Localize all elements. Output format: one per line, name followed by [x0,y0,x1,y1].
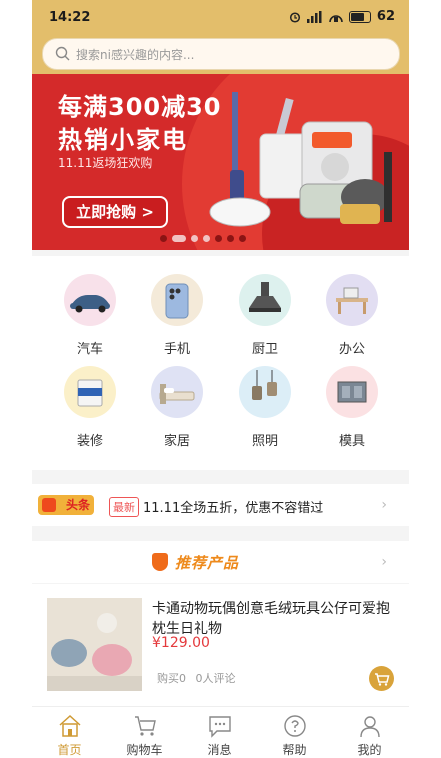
help-icon [283,715,306,737]
news-text[interactable]: 11.11全场五折，优惠不容错过 [143,497,323,516]
alarm-icon [289,11,300,23]
carousel-dot[interactable] [227,235,234,242]
user-icon [359,716,380,738]
category-label: 装修 [76,434,103,449]
search-icon [55,46,70,61]
bottom-tab-bar: 首页 购物车 消息 帮助 我的 [32,706,409,758]
tab-label: 购物车 [126,743,163,757]
tab-label: 帮助 [282,743,307,757]
signal-icon [306,10,322,23]
hd-icon [329,14,343,22]
headline-badge: 头条 [38,495,94,515]
category-label: 模具 [338,434,365,449]
category-home[interactable]: 家居 [133,366,221,449]
carousel-dot[interactable] [203,235,210,242]
tab-profile[interactable]: 我的 [332,707,407,758]
cart-icon [134,716,156,736]
add-to-cart-button[interactable] [369,666,394,691]
product-name[interactable]: 卡通动物玩偶创意毛绒玩具公仔可爱抱枕生日礼物 [152,599,397,639]
new-tag: 最新 [109,497,139,517]
product-image[interactable] [47,598,142,691]
recommend-header[interactable]: 推荐产品 › [32,541,409,583]
mold-icon [326,366,378,418]
tab-label: 消息 [207,743,232,757]
category-decoration[interactable]: 装修 [46,366,134,449]
car-icon [64,274,116,326]
app-frame: 14:22 62 搜索ni感兴趣的内容... 每满300减30 热销小家电 11… [32,0,409,758]
banner-title-line2: 热销小家电 [58,126,188,154]
category-label: 汽车 [76,342,103,357]
banner-subtitle: 11.11返场狂欢购 [58,156,153,170]
category-mold[interactable]: 模具 [308,366,396,449]
category-office[interactable]: 办公 [308,274,396,357]
paint-bucket-icon [64,366,116,418]
tab-messages[interactable]: 消息 [182,707,257,758]
phone-icon [151,274,203,326]
tab-help[interactable]: 帮助 [257,707,332,758]
chevron-right-icon[interactable]: › [381,554,387,570]
category-kitchen[interactable]: 厨卫 [221,274,309,357]
buy-now-button[interactable]: 立即抢购 > [62,196,168,228]
category-label: 厨卫 [251,342,278,357]
office-icon [326,274,378,326]
carousel-indicators[interactable] [160,235,246,242]
carousel-dot[interactable] [191,235,198,242]
category-label: 办公 [338,342,365,357]
range-hood-icon [239,274,291,326]
carousel-dot[interactable] [215,235,222,242]
status-bar: 14:22 62 [32,0,409,34]
category-label: 家居 [163,434,190,449]
bed-icon [151,366,203,418]
carousel-dot[interactable] [239,235,246,242]
product-stats: 购买0 0人评论 [157,670,236,686]
banner-title: 每满300减30 [58,93,222,121]
search-placeholder: 搜索ni感兴趣的内容... [76,48,195,62]
carousel-dot[interactable] [160,235,167,242]
product-card[interactable]: 卡通动物玩偶创意毛绒玩具公仔可爱抱枕生日礼物 ¥129.00 购买0 0人评论 [32,584,409,706]
headline-badge-label: 头条 [65,498,90,512]
category-car[interactable]: 汽车 [46,274,134,357]
review-count: 0人评论 [195,672,236,685]
category-grid: 汽车 手机 厨卫 办公 装修 家居 照明 模具 [32,256,409,470]
cart-icon [375,673,390,686]
status-icons: 62 [289,9,395,24]
carousel-dot-active[interactable] [172,235,186,242]
tab-label: 我的 [357,743,382,757]
chevron-right-icon[interactable]: › [381,497,387,513]
appliances-image [209,92,392,227]
home-icon [58,714,81,737]
recommend-title: 推荐产品 [175,554,240,572]
battery-level: 62 [376,9,395,24]
search-bar[interactable]: 搜索ni感兴趣的内容... [42,38,400,70]
news-ticker[interactable]: 头条 最新 11.11全场五折，优惠不容错过 › [32,484,409,526]
promo-banner[interactable]: 每满300减30 热销小家电 11.11返场狂欢购 立即抢购 > [32,74,409,250]
megaphone-icon [42,498,56,512]
category-label: 手机 [163,342,190,357]
category-phone[interactable]: 手机 [133,274,221,357]
category-lighting[interactable]: 照明 [221,366,309,449]
category-label: 照明 [251,434,278,449]
battery-icon [348,10,371,23]
recommend-badge-icon [152,553,168,571]
buy-count: 购买0 [157,672,186,685]
tab-label: 首页 [57,743,82,757]
tab-cart[interactable]: 购物车 [107,707,182,758]
product-price: ¥129.00 [152,635,210,651]
tab-home[interactable]: 首页 [32,707,107,758]
status-time: 14:22 [49,10,91,25]
lamp-icon [239,366,291,418]
message-icon [208,716,231,738]
